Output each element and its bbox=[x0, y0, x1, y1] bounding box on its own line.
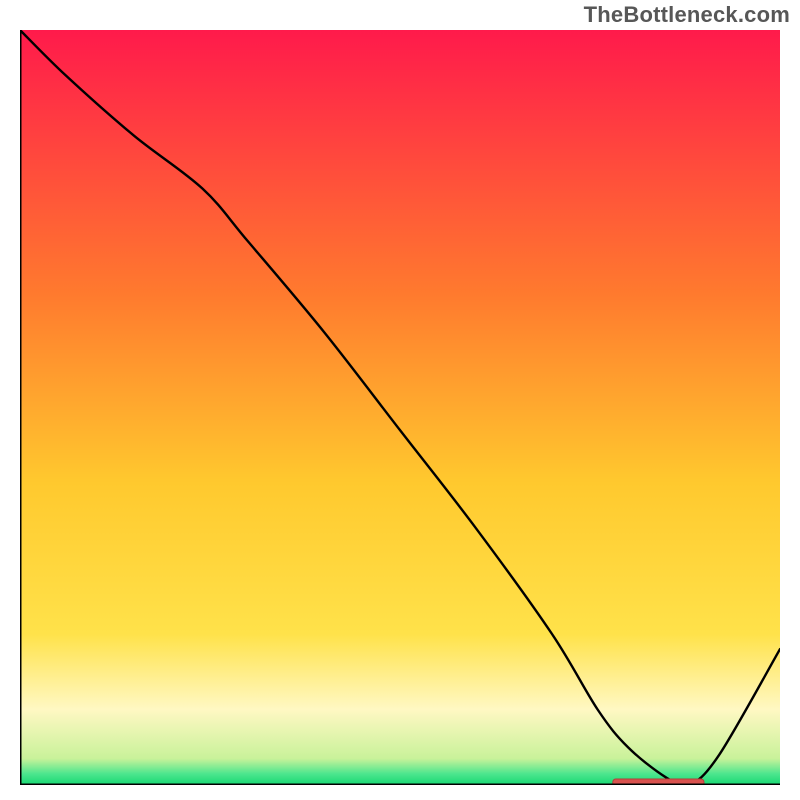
axes bbox=[20, 30, 780, 785]
chart-root: TheBottleneck.com bbox=[0, 0, 800, 800]
plot-area bbox=[20, 30, 780, 785]
watermark-label: TheBottleneck.com bbox=[584, 2, 790, 28]
